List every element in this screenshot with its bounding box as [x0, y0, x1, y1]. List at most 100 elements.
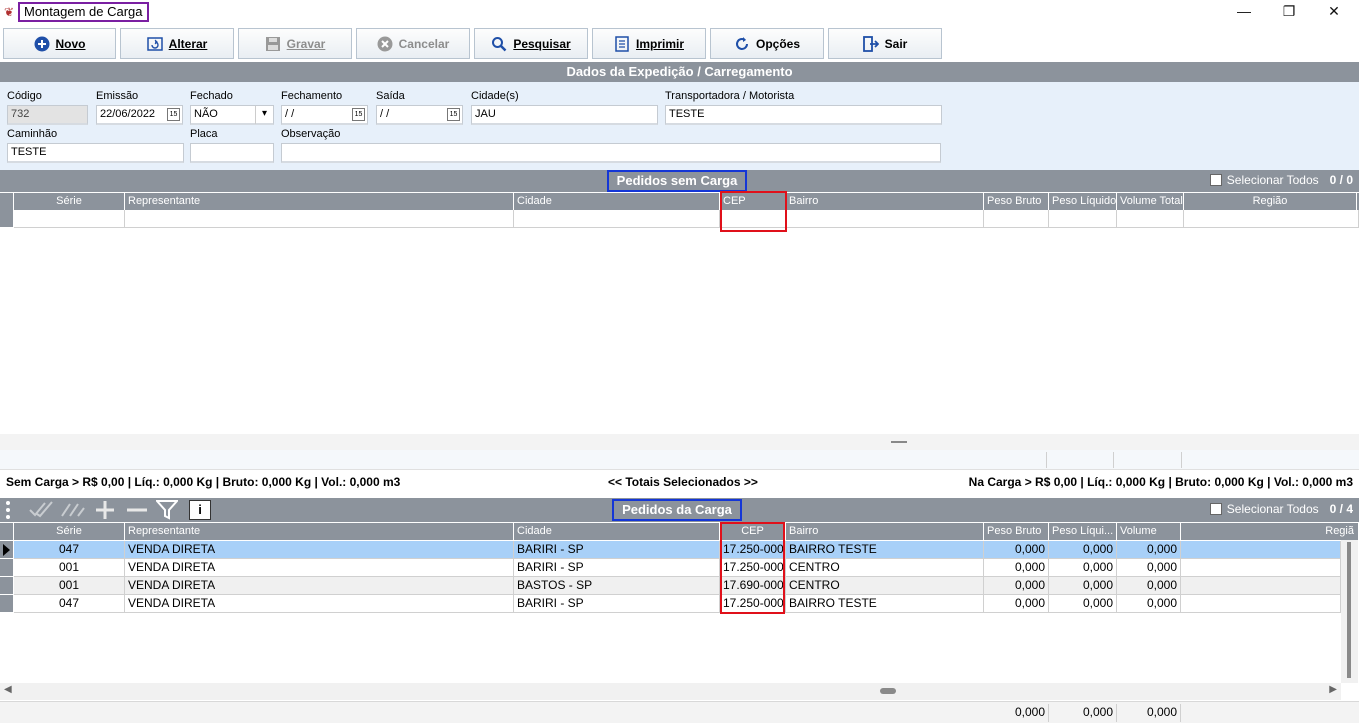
- row-indicator[interactable]: [0, 595, 14, 613]
- cell-serie: 047: [14, 541, 125, 559]
- novo-button[interactable]: Novo: [3, 28, 116, 59]
- scroll-right-icon[interactable]: ▶: [1329, 684, 1337, 695]
- observacao-field[interactable]: [281, 143, 941, 163]
- scroll-left-icon[interactable]: ◀: [4, 684, 12, 695]
- sem-carga-totals: Sem Carga > R$ 0,00 | Líq.: 0,000 Kg | B…: [6, 475, 401, 489]
- sem-carga-select-all[interactable]: Selecionar Todos 0 / 0: [1209, 173, 1353, 187]
- calendar-icon[interactable]: 15: [352, 108, 365, 121]
- cell: [514, 210, 720, 228]
- scrollbar-thumb[interactable]: [880, 688, 896, 694]
- table-row[interactable]: 047 VENDA DIRETA BARIRI - SP 17.250-000 BAIR…: [0, 595, 1341, 613]
- check-all-icon[interactable]: [28, 500, 54, 523]
- row-indicator[interactable]: [0, 577, 14, 595]
- total-volume: 0,000: [1117, 704, 1181, 722]
- calendar-icon[interactable]: 15: [167, 108, 180, 121]
- gravar-button[interactable]: Gravar: [238, 28, 352, 59]
- col-serie[interactable]: Série: [14, 193, 125, 210]
- col-cidade[interactable]: Cidade: [514, 523, 720, 540]
- col-cidade[interactable]: Cidade: [514, 193, 720, 210]
- vertical-scrollbar[interactable]: [1341, 540, 1358, 683]
- pesquisar-button[interactable]: Pesquisar: [474, 28, 588, 59]
- col-volume[interactable]: Volume: [1117, 523, 1181, 540]
- alterar-label: Alterar: [168, 36, 208, 51]
- col-bairro[interactable]: Bairro: [786, 193, 984, 210]
- sair-button[interactable]: Sair: [828, 28, 942, 59]
- fechado-select[interactable]: NÃO ▾: [190, 105, 274, 125]
- minimize-button[interactable]: —: [1221, 0, 1267, 24]
- add-icon[interactable]: [94, 500, 116, 523]
- horizontal-scrollbar[interactable]: ◀ ▶: [0, 683, 1341, 700]
- table-row[interactable]: [0, 210, 1359, 228]
- col-regiao[interactable]: Região: [1184, 193, 1357, 210]
- transportadora-field[interactable]: TESTE: [665, 105, 942, 125]
- cell-peso-liquido: 0,000: [1049, 559, 1117, 577]
- save-icon: [265, 36, 281, 52]
- col-peso-liquido[interactable]: Peso Líqui...: [1049, 523, 1117, 540]
- saida-field[interactable]: / / 15: [376, 105, 463, 125]
- cell-cidade: BARIRI - SP: [514, 559, 720, 577]
- table-row[interactable]: 001 VENDA DIRETA BASTOS - SP 17.690-000 CENT…: [0, 577, 1341, 595]
- cancelar-label: Cancelar: [398, 36, 450, 51]
- novo-label: Novo: [55, 36, 86, 51]
- cancelar-button[interactable]: Cancelar: [356, 28, 470, 59]
- close-button[interactable]: ✕: [1311, 0, 1357, 24]
- gravar-label: Gravar: [286, 36, 326, 51]
- kebab-menu-icon[interactable]: [4, 501, 12, 519]
- da-carga-select-all[interactable]: Selecionar Todos 0 / 4: [1209, 502, 1353, 516]
- col-bairro[interactable]: Bairro: [786, 523, 984, 540]
- total-peso-liquido: 0,000: [1049, 704, 1117, 722]
- imprimir-button[interactable]: Imprimir: [592, 28, 706, 59]
- row-indicator[interactable]: [0, 559, 14, 577]
- scrollbar-thumb[interactable]: [1347, 542, 1351, 678]
- sem-carga-title: Pedidos sem Carga: [607, 170, 747, 192]
- row-indicator: [0, 210, 14, 228]
- refresh-icon: [734, 36, 750, 52]
- cell-regiao: [1181, 577, 1341, 595]
- filter-icon[interactable]: [154, 500, 180, 523]
- remove-icon[interactable]: [126, 500, 148, 523]
- col-peso-liquido[interactable]: Peso Líquido: [1049, 193, 1117, 210]
- col-volume-total[interactable]: Volume Total: [1117, 193, 1184, 210]
- info-icon[interactable]: i: [189, 500, 211, 520]
- col-peso-bruto[interactable]: Peso Bruto: [984, 523, 1049, 540]
- col-serie[interactable]: Série: [14, 523, 125, 540]
- cell-representante: VENDA DIRETA: [125, 595, 514, 613]
- fechado-value: NÃO: [194, 108, 218, 120]
- cell-serie: 001: [14, 577, 125, 595]
- opcoes-button[interactable]: Opções: [710, 28, 824, 59]
- cell-volume: 0,000: [1117, 577, 1181, 595]
- app-logo-icon: ❦: [4, 5, 15, 19]
- sem-carga-count: 0 / 0: [1329, 173, 1353, 187]
- calendar-icon[interactable]: 15: [447, 108, 460, 121]
- caminhao-field[interactable]: TESTE: [7, 143, 184, 163]
- codigo-field[interactable]: 732: [7, 105, 88, 125]
- uncheck-all-icon[interactable]: [60, 500, 86, 523]
- cell-regiao: [1181, 541, 1341, 559]
- splitter[interactable]: [0, 434, 1359, 450]
- placa-field[interactable]: [190, 143, 274, 163]
- cell-regiao: [1181, 595, 1341, 613]
- chevron-down-icon[interactable]: ▾: [255, 106, 273, 124]
- table-row[interactable]: 047 VENDA DIRETA BARIRI - SP 17.250-000 BAIR…: [0, 541, 1341, 559]
- col-regiao[interactable]: Regiã: [1181, 523, 1359, 540]
- checkbox[interactable]: [1209, 503, 1222, 515]
- table-row[interactable]: 001 VENDA DIRETA BARIRI - SP 17.250-000 CENT…: [0, 559, 1341, 577]
- col-representante[interactable]: Representante: [125, 523, 514, 540]
- col-representante[interactable]: Representante: [125, 193, 514, 210]
- form-section-header: Dados da Expedição / Carregamento: [0, 62, 1359, 82]
- alterar-button[interactable]: Alterar: [120, 28, 234, 59]
- edit-refresh-icon: [146, 36, 163, 52]
- checkbox[interactable]: [1209, 174, 1222, 186]
- cep-highlight-top: [720, 191, 787, 232]
- emissao-field[interactable]: 22/06/2022 15: [96, 105, 183, 125]
- current-row-indicator[interactable]: [0, 541, 14, 559]
- maximize-button[interactable]: ❐: [1266, 0, 1312, 24]
- cidades-field[interactable]: JAU: [471, 105, 658, 125]
- fechamento-field[interactable]: / / 15: [281, 105, 368, 125]
- col-peso-bruto[interactable]: Peso Bruto: [984, 193, 1049, 210]
- window-title: Montagem de Carga: [18, 2, 149, 22]
- imprimir-label: Imprimir: [635, 36, 684, 51]
- document-icon: [614, 35, 630, 52]
- cell-cidade: BASTOS - SP: [514, 577, 720, 595]
- cell: [786, 210, 984, 228]
